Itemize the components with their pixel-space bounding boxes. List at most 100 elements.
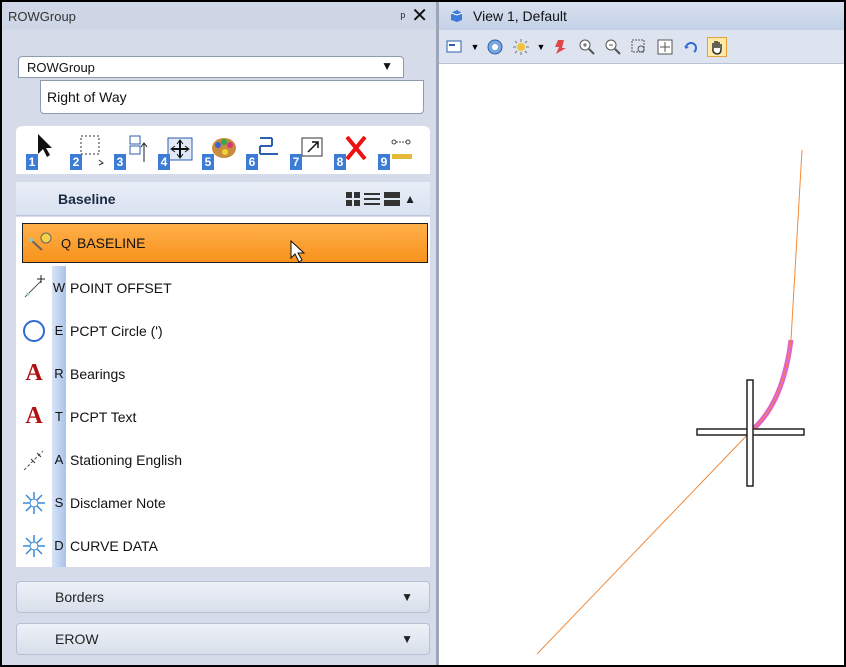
view-attributes-icon[interactable] [445, 37, 465, 57]
close-icon[interactable]: ✕ [411, 6, 428, 26]
pan-hand-icon[interactable] [707, 36, 727, 57]
tool-2[interactable]: 2 [70, 132, 106, 170]
combo-popup-item[interactable]: Right of Way [40, 80, 424, 114]
panel-title: ROWGroup [8, 8, 76, 24]
item-label: PCPT Text [70, 408, 137, 425]
display-style-icon[interactable] [485, 37, 505, 57]
tool-number: 5 [202, 154, 214, 170]
tool-number: 6 [246, 154, 258, 170]
view-mode-icons: ▲ [346, 191, 416, 206]
note-icon [16, 481, 52, 524]
tool-6[interactable]: 6 [246, 132, 282, 170]
list-item[interactable]: S Disclamer Note [16, 481, 430, 524]
tool-number: 9 [378, 154, 390, 170]
list-item[interactable]: A Stationing English [16, 438, 430, 481]
dropdown-arrow-icon[interactable]: ▼ [381, 59, 393, 73]
update-view-icon[interactable] [551, 37, 571, 57]
list-view-icon[interactable] [364, 192, 381, 206]
stationing-icon [16, 438, 52, 481]
group-header-baseline[interactable]: Baseline ▲ [16, 182, 430, 216]
rotate-view-icon[interactable] [681, 37, 701, 57]
tool-number: 4 [158, 154, 170, 170]
baseline-curve [749, 339, 794, 433]
tool-number: 8 [334, 154, 346, 170]
dropdown-arrow-icon[interactable]: ▼ [471, 37, 480, 57]
zoom-out-icon[interactable] [603, 37, 623, 57]
tool-9[interactable]: 9 [378, 132, 414, 170]
shortcut-key: D [52, 524, 66, 567]
view-title-bar: View 1, Default [439, 2, 844, 30]
zoom-in-icon[interactable] [577, 37, 597, 57]
view-title: View 1, Default [473, 8, 567, 24]
list-item[interactable]: D CURVE DATA [16, 524, 430, 567]
tool-7[interactable]: 7 [290, 132, 326, 170]
window-area-icon[interactable] [629, 37, 649, 57]
baseline-tangent-bottom [536, 430, 752, 655]
scale-icon [301, 137, 323, 157]
shortcut-key: S [52, 481, 66, 524]
text-a-icon: A [25, 360, 43, 386]
tool-number: 7 [290, 154, 302, 170]
drawing-canvas[interactable] [439, 64, 844, 665]
dropdown-arrow-icon[interactable]: ▼ [537, 37, 546, 57]
list-item[interactable]: A T PCPT Text [16, 395, 430, 438]
shortcut-key: Q [60, 235, 72, 251]
baseline-geometry [536, 149, 803, 655]
detail-view-icon[interactable] [384, 191, 401, 206]
baseline-icon [23, 222, 59, 265]
align-icon [259, 137, 278, 155]
view-window: View 1, Default ▼ ▼ [439, 2, 844, 665]
group-title: Baseline [58, 190, 116, 207]
task-panel: ROWGroup ᵖ ✕ ROWGroup ▼ Right of Way 1 2… [2, 2, 436, 665]
shortcut-key: E [52, 309, 66, 352]
panel-title-bar: ROWGroup ᵖ ✕ [2, 2, 436, 30]
pin-icon[interactable]: ᵖ [400, 9, 405, 24]
baseline-curve-centerline [750, 339, 792, 432]
chevron-down-icon[interactable]: ▼ [401, 590, 413, 604]
tool-strip: 1 2 3 4 5 6 7 8 9 [16, 126, 430, 174]
text-a-icon: A [25, 403, 43, 429]
application-window: ROWGroup ᵖ ✕ ROWGroup ▼ Right of Way 1 2… [0, 0, 846, 667]
point-offset-icon [16, 266, 52, 309]
mouse-cursor-icon [290, 240, 306, 263]
group-combo[interactable]: ROWGroup ▼ [18, 56, 404, 78]
item-label: CURVE DATA [70, 537, 158, 554]
group-header-borders[interactable]: Borders ▼ [16, 581, 430, 613]
tool-4[interactable]: 4 [158, 132, 194, 170]
shortcut-key: A [52, 438, 66, 481]
tool-3[interactable]: 3 [114, 132, 150, 170]
group-combo-value: ROWGroup [27, 59, 95, 75]
list-item-baseline[interactable]: Q BASELINE [22, 223, 428, 263]
chevron-down-icon[interactable]: ▼ [401, 632, 413, 646]
note-icon [16, 524, 52, 567]
fit-view-icon[interactable] [655, 37, 675, 57]
view-cube-icon [450, 10, 463, 22]
lighting-icon[interactable] [511, 37, 531, 57]
move-icon [167, 137, 193, 161]
list-item[interactable]: A R Bearings [16, 352, 430, 395]
palette-icon [212, 138, 236, 158]
grid-view-icon[interactable] [346, 191, 361, 206]
tool-5[interactable]: 5 [202, 132, 238, 170]
combo-popup-label: Right of Way [47, 89, 127, 105]
view-toolbar: ▼ ▼ [439, 30, 844, 64]
tool-number: 1 [26, 154, 38, 170]
tool-list: Q BASELINE W POINT OFFSET E PCPT Circle … [16, 217, 430, 567]
shortcut-key: R [52, 352, 66, 395]
tool-number: 2 [70, 154, 82, 170]
circle-icon [16, 309, 52, 352]
group-header-erow[interactable]: EROW ▼ [16, 623, 430, 655]
delete-icon [345, 135, 367, 161]
tool-8[interactable]: 8 [334, 132, 370, 170]
shortcut-key: T [52, 395, 66, 438]
list-item[interactable]: W POINT OFFSET [16, 266, 430, 309]
tool-number: 3 [114, 154, 126, 170]
measure-icon [391, 139, 412, 159]
item-label: BASELINE [77, 235, 146, 251]
chevron-up-icon[interactable]: ▲ [404, 192, 416, 206]
tool-1[interactable]: 1 [26, 132, 62, 170]
list-item[interactable]: E PCPT Circle (') [16, 309, 430, 352]
item-label: Bearings [70, 365, 126, 382]
item-label: PCPT Circle (') [70, 322, 163, 339]
baseline-tangent-top [790, 149, 803, 341]
